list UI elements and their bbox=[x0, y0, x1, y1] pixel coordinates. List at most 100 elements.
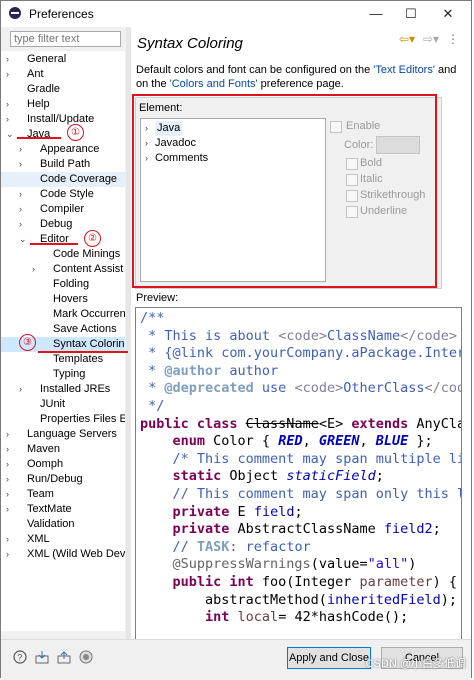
maximize-button[interactable]: ☐ bbox=[396, 4, 426, 24]
tree-item[interactable]: › Debug bbox=[1, 217, 125, 232]
tree-item[interactable]: › Installed JREs bbox=[1, 382, 125, 397]
tree-item-label: Typing bbox=[53, 368, 86, 380]
collapsed-chevron-icon[interactable]: › bbox=[6, 487, 14, 502]
collapsed-chevron-icon[interactable]: › bbox=[6, 67, 14, 82]
apply-and-close-button[interactable]: Apply and Close bbox=[287, 647, 371, 669]
page-description: Default colors and font can be configure… bbox=[136, 63, 466, 91]
tree-item[interactable]: › Appearance bbox=[1, 142, 125, 157]
tree-item[interactable]: Gradle bbox=[1, 82, 125, 97]
tree-item-label: Language Servers bbox=[27, 428, 117, 440]
code-line: * {@link com.yourCompany.aPackage.Interf… bbox=[140, 345, 462, 362]
tree-item[interactable]: Code Coverage bbox=[1, 172, 125, 187]
tree-item[interactable]: Save Actions bbox=[1, 322, 125, 337]
tree-item[interactable]: › Code Style bbox=[1, 187, 125, 202]
colors-fonts-link[interactable]: 'Colors and Fonts' bbox=[170, 78, 258, 90]
tree-item[interactable]: Mark Occurrences bbox=[1, 307, 125, 322]
tree-item[interactable]: Typing bbox=[1, 367, 125, 382]
tree-item[interactable]: › Install/Update bbox=[1, 112, 125, 127]
back-icon[interactable]: ⇦▾ bbox=[399, 32, 415, 46]
tree-item-label: Properties Files Editor bbox=[40, 413, 125, 425]
tree-item[interactable]: › XML (Wild Web Developer) bbox=[1, 547, 125, 562]
tree-item-label: Content Assist bbox=[53, 263, 124, 275]
collapsed-chevron-icon[interactable]: › bbox=[19, 142, 27, 157]
code-line: @SuppressWarnings(value="all") bbox=[140, 556, 417, 573]
tree-item[interactable]: Properties Files Editor bbox=[1, 412, 125, 427]
tree-item[interactable]: › Language Servers bbox=[1, 427, 125, 442]
tree-item-label: Installed JREs bbox=[40, 383, 111, 395]
import-icon[interactable] bbox=[35, 650, 49, 664]
svg-text:?: ? bbox=[17, 653, 22, 663]
forward-icon[interactable]: ⇨▾ bbox=[423, 32, 439, 46]
code-line: private E field; bbox=[140, 503, 303, 520]
collapsed-chevron-icon[interactable]: › bbox=[19, 187, 27, 202]
collapsed-chevron-icon[interactable]: › bbox=[19, 157, 27, 172]
tree-item-label: Help bbox=[27, 98, 50, 110]
tree-item-label: Save Actions bbox=[53, 323, 117, 335]
tree-item[interactable]: › TextMate bbox=[1, 502, 125, 517]
filter-input[interactable] bbox=[10, 31, 121, 47]
code-line: * @deprecated use <code>OtherClass</code… bbox=[140, 380, 461, 397]
tree-item[interactable]: Validation bbox=[1, 517, 125, 532]
collapsed-chevron-icon[interactable]: › bbox=[6, 442, 14, 457]
tree-item-label: Syntax Coloring bbox=[53, 338, 125, 350]
title-bar: Preferences — ☐ ✕ bbox=[1, 1, 471, 27]
collapsed-chevron-icon[interactable]: › bbox=[6, 532, 14, 547]
tree-item[interactable]: › XML bbox=[1, 532, 125, 547]
tree-item[interactable]: › Team bbox=[1, 487, 125, 502]
menu-icon[interactable]: ⋮ bbox=[447, 32, 459, 46]
tree-item[interactable]: ⌄ Java bbox=[1, 127, 125, 142]
collapsed-chevron-icon[interactable]: › bbox=[6, 457, 14, 472]
collapsed-chevron-icon[interactable]: › bbox=[6, 112, 14, 127]
code-line: enum Color { RED, GREEN, BLUE }; bbox=[140, 433, 433, 450]
tree-item[interactable]: › Compiler bbox=[1, 202, 125, 217]
collapsed-chevron-icon[interactable]: › bbox=[6, 472, 14, 487]
code-line: // TASK: refactor bbox=[140, 538, 311, 555]
tree-item[interactable]: Folding bbox=[1, 277, 125, 292]
tree-item-label: Debug bbox=[40, 218, 73, 230]
tree-item[interactable]: Code Minings bbox=[1, 247, 125, 262]
code-line: * @author author bbox=[140, 362, 279, 379]
collapsed-chevron-icon[interactable]: › bbox=[6, 427, 14, 442]
tree-item[interactable]: › General bbox=[1, 52, 125, 67]
tree-item-label: JUnit bbox=[40, 398, 66, 410]
collapsed-chevron-icon[interactable]: › bbox=[6, 547, 14, 562]
tree-item[interactable]: › Run/Debug bbox=[1, 472, 125, 487]
close-button[interactable]: ✕ bbox=[433, 4, 463, 24]
help-icon[interactable]: ? bbox=[13, 650, 27, 664]
collapsed-chevron-icon[interactable]: › bbox=[32, 262, 40, 277]
code-line: /* This comment may span multiple lines.… bbox=[172, 450, 462, 467]
tree-item[interactable]: › Build Path bbox=[1, 157, 125, 172]
code-line: // This comment may span only this line bbox=[140, 486, 462, 502]
tree-item[interactable]: Hovers bbox=[1, 292, 125, 307]
tree-item[interactable]: JUnit bbox=[1, 397, 125, 412]
tree-item-label: Maven bbox=[27, 443, 61, 455]
tree-item[interactable]: › Help bbox=[1, 97, 125, 112]
collapsed-chevron-icon[interactable]: › bbox=[6, 52, 14, 67]
tree-item[interactable]: › Oomph bbox=[1, 457, 125, 472]
tree-item[interactable]: Templates bbox=[1, 352, 125, 367]
minimize-button[interactable]: — bbox=[361, 4, 391, 24]
tree-item[interactable]: › Maven bbox=[1, 442, 125, 457]
tree-item-label: Run/Debug bbox=[27, 473, 83, 485]
expanded-chevron-icon[interactable]: ⌄ bbox=[6, 127, 14, 142]
tree-item-label: Install/Update bbox=[27, 113, 95, 125]
expanded-chevron-icon[interactable]: ⌄ bbox=[19, 232, 27, 247]
tree-item[interactable]: › Content Assist bbox=[1, 262, 125, 277]
code-line: public class ClassName<E> extends AnyCla… bbox=[140, 415, 461, 432]
tree-item-label: Code Style bbox=[40, 188, 94, 200]
desc-text: and bbox=[434, 64, 457, 76]
text-editors-link[interactable]: 'Text Editors' bbox=[373, 64, 435, 76]
tree-item[interactable]: › Ant bbox=[1, 67, 125, 82]
tree-item-label: Mark Occurrences bbox=[53, 308, 125, 320]
tree-item-label: XML (Wild Web Developer) bbox=[27, 548, 125, 560]
desc-text: Default colors and font can be configure… bbox=[136, 64, 374, 76]
collapsed-chevron-icon[interactable]: › bbox=[6, 502, 14, 517]
oomph-record-icon[interactable] bbox=[79, 650, 93, 664]
annotation-circle-2: ② bbox=[84, 230, 101, 247]
export-icon[interactable] bbox=[57, 650, 71, 664]
collapsed-chevron-icon[interactable]: › bbox=[19, 217, 27, 232]
collapsed-chevron-icon[interactable]: › bbox=[6, 97, 14, 112]
collapsed-chevron-icon[interactable]: › bbox=[19, 382, 27, 397]
preview-label: Preview: bbox=[136, 292, 179, 304]
collapsed-chevron-icon[interactable]: › bbox=[19, 202, 27, 217]
